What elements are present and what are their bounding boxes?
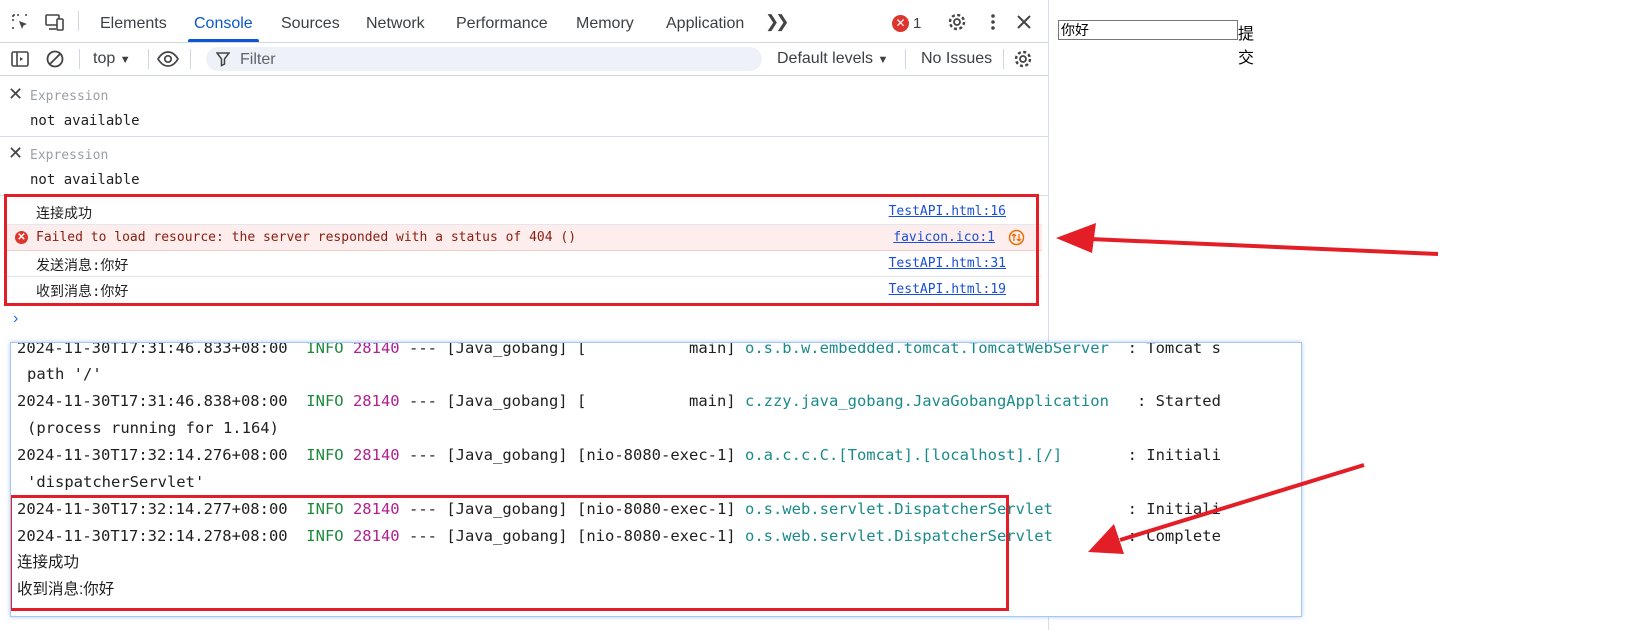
annotation-arrow [1056, 223, 1439, 256]
annotation-arrow [1088, 463, 1365, 554]
annotation-arrows [1056, 223, 1439, 554]
